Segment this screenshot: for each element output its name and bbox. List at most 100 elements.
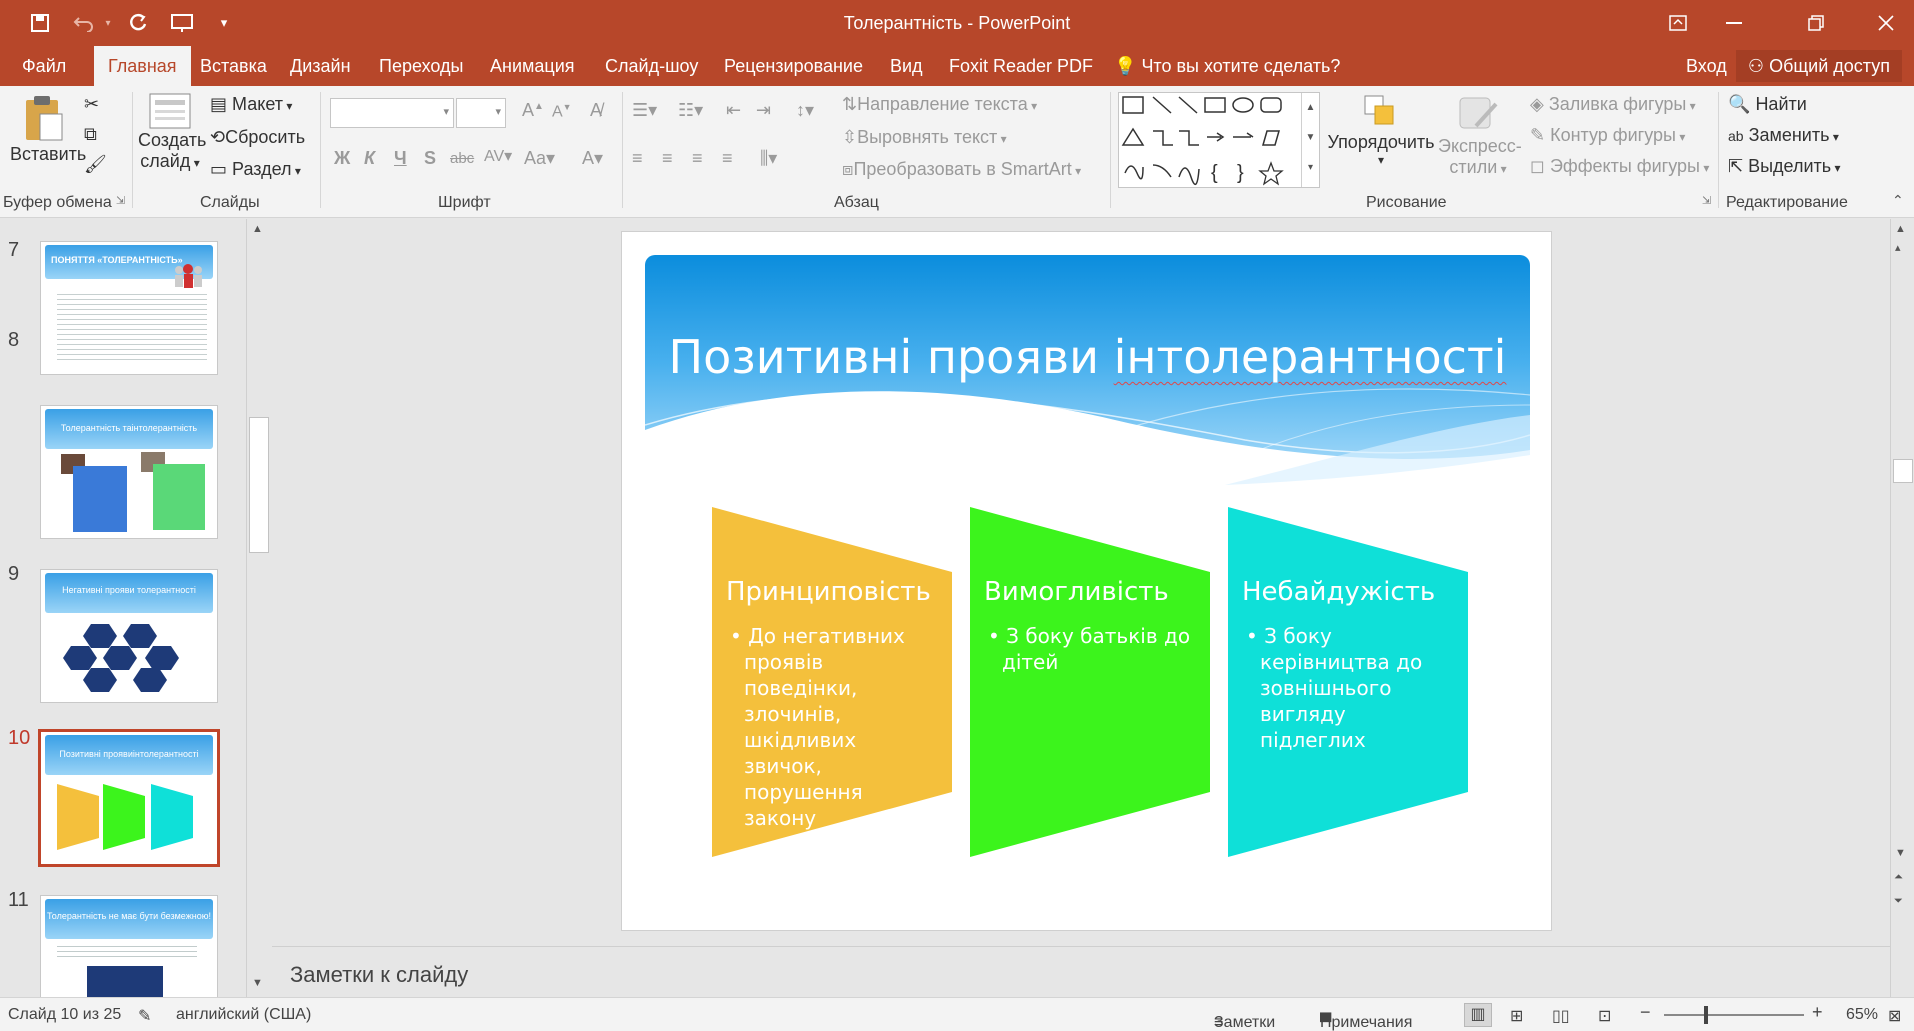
sign-in-link[interactable]: Вход (1672, 46, 1741, 86)
editor-scrollbar[interactable]: ▲ ▴ ▼ ⏶ ⏷ (1890, 219, 1914, 997)
shapes-gallery[interactable]: { } ▲ ▼ ▾ (1118, 92, 1320, 188)
tab-transitions[interactable]: Переходы (365, 46, 477, 86)
tell-me-box[interactable]: 💡 Что вы хотите сделать? (1100, 46, 1354, 86)
font-color-icon[interactable]: A▾ (582, 148, 603, 169)
arrange-button[interactable]: Упорядочить ▾ (1326, 92, 1436, 167)
language-indicator[interactable]: английский (США) (176, 1006, 311, 1024)
slide-title-part-1: Позитивні прояви (668, 330, 1114, 384)
normal-view-icon[interactable]: ▥ (1464, 1003, 1492, 1027)
line-spacing-icon[interactable]: ↕▾ (796, 100, 814, 121)
grow-font-icon[interactable]: A▲ (522, 100, 544, 121)
columns-icon[interactable]: ⫼▾ (760, 148, 777, 169)
drawing-launcher-icon[interactable]: ⇲ (1702, 194, 1711, 207)
clear-formatting-icon[interactable]: A̸ (590, 100, 602, 121)
minimize-icon[interactable] (1706, 0, 1762, 46)
scroll-down-icon[interactable]: ▼ (1895, 847, 1906, 859)
tab-design[interactable]: Дизайн (276, 46, 365, 86)
zoom-out-button[interactable]: − (1640, 1002, 1651, 1023)
tab-animations[interactable]: Анимация (476, 46, 589, 86)
tab-insert[interactable]: Вставка (186, 46, 281, 86)
scroll-thumb[interactable] (1893, 459, 1913, 483)
shape-outline-button[interactable]: ✎ Контур фигуры ▾ (1530, 125, 1685, 146)
zoom-slider[interactable] (1664, 1014, 1804, 1016)
slide-sorter-icon[interactable]: ⊞ (1510, 1006, 1523, 1026)
scroll-thumb[interactable] (249, 417, 269, 553)
tab-review[interactable]: Рецензирование (710, 46, 877, 86)
select-button[interactable]: ⇱ Выделить ▾ (1728, 156, 1841, 177)
underline-button[interactable]: Ч (394, 148, 407, 169)
zoom-slider-thumb[interactable] (1704, 1006, 1708, 1024)
tab-view[interactable]: Вид (876, 46, 937, 86)
new-slide-button[interactable]: Создать слайд ▾ (138, 92, 206, 172)
increase-indent-icon[interactable]: ⇥ (756, 100, 771, 121)
shrink-font-icon[interactable]: A▼ (552, 102, 572, 121)
change-case-icon[interactable]: Aa▾ (524, 148, 555, 169)
bold-button[interactable]: Ж (334, 148, 350, 169)
collapse-ribbon-icon[interactable]: ⌃ (1892, 192, 1904, 209)
bullets-icon[interactable]: ☰▾ (632, 100, 657, 121)
tab-slideshow[interactable]: Слайд-шоу (591, 46, 712, 86)
shape-fill-button[interactable]: ◈ Заливка фигуры ▾ (1530, 94, 1696, 115)
tab-foxit[interactable]: Foxit Reader PDF (935, 46, 1107, 86)
scroll-up-icon[interactable]: ▲ (252, 223, 263, 235)
slide-canvas[interactable]: Позитивні прояви інтолерантності Принцип… (621, 231, 1552, 931)
card-principledness[interactable]: Принциповість • До негативних проявів по… (712, 507, 952, 857)
scroll-up-icon[interactable]: ▴ (1895, 241, 1901, 254)
tab-home[interactable]: Главная (94, 46, 191, 86)
strikethrough-button[interactable]: abc (450, 150, 474, 167)
zoom-level[interactable]: 65% (1846, 1006, 1878, 1024)
font-size-combo[interactable]: ▾ (456, 98, 506, 128)
copy-icon[interactable]: ⧉ (84, 124, 97, 145)
smartart-button[interactable]: ⧈Преобразовать в SmartArt ▾ (842, 159, 1081, 180)
gallery-scroll-icon[interactable]: ▲ ▼ ▾ (1301, 93, 1319, 187)
reading-view-icon[interactable]: ▯▯ (1552, 1006, 1570, 1026)
slide-thumbnail-9[interactable]: Негативні прояви толерантності (40, 569, 218, 703)
share-button[interactable]: ⚇ Общий доступ (1735, 50, 1902, 82)
numbering-icon[interactable]: ☷▾ (678, 100, 703, 121)
find-button[interactable]: 🔍 Найти (1728, 94, 1807, 115)
spellcheck-icon[interactable]: ✎ (138, 1006, 151, 1026)
slide-thumbnail-7[interactable]: ПОНЯТТЯ «ТОЛЕРАНТНІСТЬ» (40, 241, 218, 375)
font-name-combo[interactable]: ▾ (330, 98, 454, 128)
text-direction-button[interactable]: ⇅Направление текста ▾ (842, 94, 1037, 115)
scroll-up-icon[interactable]: ▲ (1895, 223, 1906, 235)
decrease-indent-icon[interactable]: ⇤ (726, 100, 741, 121)
next-slide-icon[interactable]: ⏷ (1894, 895, 1903, 908)
replace-button[interactable]: ab Заменить ▾ (1728, 125, 1839, 146)
align-left-icon[interactable]: ≡ (632, 148, 643, 169)
cut-icon[interactable]: ✂ (84, 94, 99, 115)
text-direction-label: Направление текста (857, 94, 1028, 114)
card-caring[interactable]: Небайдужість • З боку керівництва до зов… (1228, 507, 1468, 857)
slide-thumbnail-11[interactable]: Толерантність не має бути безмежною! (40, 895, 218, 997)
slides-panel-scrollbar[interactable]: ▲ ▼ (246, 219, 270, 997)
slide-thumbnail-10[interactable]: Позитивні проявиінтолерантності (38, 729, 220, 867)
slideshow-view-icon[interactable]: ⊡ (1598, 1006, 1611, 1026)
paste-button[interactable]: Вставить (10, 92, 86, 165)
close-icon[interactable] (1858, 0, 1914, 46)
justify-icon[interactable]: ≡ (722, 148, 733, 169)
shape-effects-button[interactable]: ◻ Эффекты фигуры ▾ (1530, 156, 1709, 177)
char-spacing-icon[interactable]: AV▾ (484, 146, 512, 166)
format-painter-icon[interactable]: 🖌 (84, 154, 107, 175)
align-text-button[interactable]: ⇳Выровнять текст ▾ (842, 127, 1007, 148)
restore-icon[interactable] (1788, 0, 1844, 46)
notes-pane[interactable]: Заметки к слайду (272, 946, 1890, 996)
italic-button[interactable]: К (364, 148, 375, 169)
section-button[interactable]: ▭ Раздел ▾ (210, 159, 301, 180)
scroll-down-icon[interactable]: ▼ (252, 977, 263, 989)
shadow-button[interactable]: S (424, 148, 436, 169)
align-right-icon[interactable]: ≡ (692, 148, 703, 169)
slide-thumbnail-8[interactable]: Толерантність таінтолерантність (40, 405, 218, 539)
card-demandingness[interactable]: Вимогливість • З боку батьків до дітей (970, 507, 1210, 857)
align-center-icon[interactable]: ≡ (662, 148, 673, 169)
previous-slide-icon[interactable]: ⏶ (1894, 871, 1903, 884)
reset-button[interactable]: ⟲Сбросить (210, 127, 305, 148)
slide-title[interactable]: Позитивні прояви інтолерантності (645, 330, 1530, 384)
zoom-in-button[interactable]: + (1812, 1002, 1823, 1023)
fit-slide-icon[interactable]: ⊠ (1888, 1006, 1901, 1026)
layout-button[interactable]: ▤ Макет ▾ (210, 94, 292, 115)
ribbon-display-options-icon[interactable] (1650, 0, 1706, 46)
quick-styles-button[interactable]: Экспресс- стили ▾ (1438, 92, 1522, 178)
clipboard-launcher-icon[interactable]: ⇲ (116, 194, 125, 207)
tab-file[interactable]: Файл (8, 46, 80, 86)
